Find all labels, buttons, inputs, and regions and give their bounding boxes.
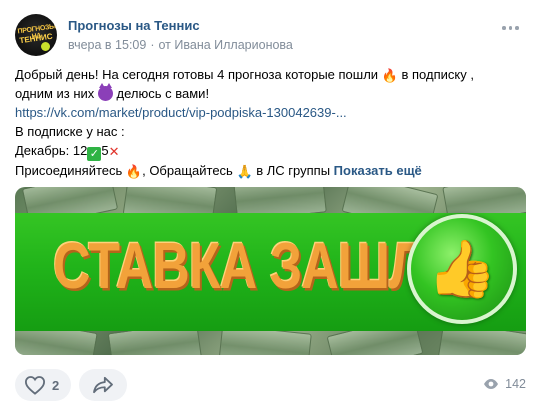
post-text-segment: 5 [101,143,109,158]
show-more-link[interactable]: Показать ещё [334,163,422,178]
heart-icon [24,376,46,395]
views-counter: 142 [483,377,526,391]
post-text-segment: в ЛС группы [252,163,334,178]
group-avatar[interactable]: ПРОГНОЗЫ НА ТЕННИС [15,14,57,56]
post-actions: 2 142 [15,369,526,401]
post-line-3: https://vk.com/market/product/vip-podpis… [15,103,526,122]
post-text-segment: в подписку , [397,67,474,82]
author-prefix: от [158,38,171,52]
eye-icon [484,379,499,389]
fire-emoji-icon: 🔥 [381,69,398,84]
check-mark-icon: ✓ [87,147,102,161]
product-link[interactable]: https://vk.com/market/product/vip-podpis… [15,105,347,120]
post-image[interactable]: СТАВКА ЗАШЛА 👍 [15,187,526,355]
like-count: 2 [52,377,60,393]
post-timestamp[interactable]: вчера в 15:09 [68,38,146,52]
group-name-link[interactable]: Прогнозы на Теннис [68,18,200,33]
meta-separator: · [150,38,155,52]
author-name-link[interactable]: Ивана Илларионова [174,38,292,52]
post-text-segment: , Обращайтесь [142,163,237,178]
post-text-segment: Присоединяйтесь [15,163,126,178]
like-button[interactable]: 2 [15,369,71,401]
pray-emoji-icon: 🙏 [236,165,253,180]
post-text-segment: делюсь с вами! [112,86,210,101]
fire-emoji-icon: 🔥 [125,165,143,180]
thumbs-up-icon: 👍 [427,237,497,302]
banner-title: СТАВКА ЗАШЛА [53,230,462,303]
post-text-segment: Добрый день! На сегодня готовы 4 прогноз… [15,67,382,82]
share-arrow-icon [93,376,113,394]
devil-emoji-icon [97,83,113,101]
share-button[interactable] [79,369,127,401]
post-text-segment: одним из них [15,86,98,101]
post-line-5: Декабрь: 12 ✓ 5✕ [15,141,526,161]
post-line-1: Добрый день! На сегодня готовы 4 прогноз… [15,65,526,84]
more-options-icon[interactable] [502,24,520,32]
tennis-ball-icon [41,42,50,51]
views-count: 142 [505,377,526,391]
post-line-6: Присоединяйтесь 🔥, Обращайтесь 🙏 в ЛС гр… [15,161,526,180]
post-line-2: одним из них делюсь с вами! [15,83,526,103]
cross-mark-icon: ✕ [108,145,120,160]
post-line-4: В подписке у нас : [15,124,125,139]
post-body: Добрый день! На сегодня готовы 4 прогноз… [15,65,526,180]
post-meta: вчера в 15:09 · от Ивана Илларионова [68,38,293,52]
post-header: ПРОГНОЗЫ НА ТЕННИС Прогнозы на Теннис вч… [15,14,526,58]
thumbs-up-badge: 👍 [407,214,517,324]
post-text-segment: Декабрь: 12 [15,143,88,158]
